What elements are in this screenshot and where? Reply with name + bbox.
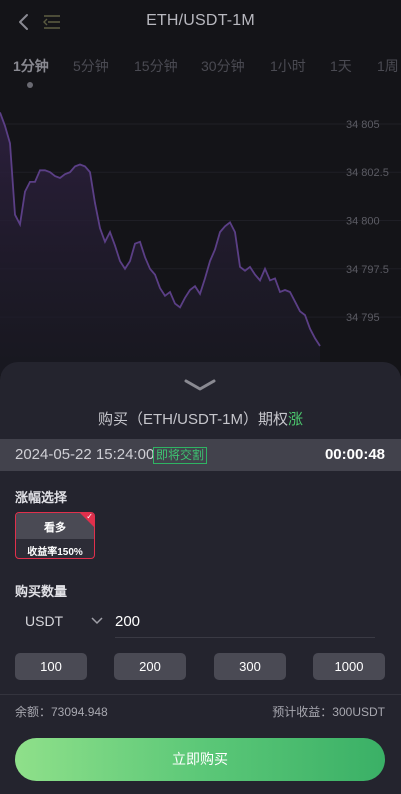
quick-amount-300[interactable]: 300 xyxy=(214,653,286,680)
y-tick-label: 34 795 xyxy=(346,312,380,324)
check-icon: ✓ xyxy=(86,512,93,521)
range-label: 涨幅选择 xyxy=(15,490,68,505)
quantity-label: 购买数量 xyxy=(15,584,68,599)
chevron-down-icon xyxy=(184,379,216,391)
tab-5min[interactable]: 5分钟 xyxy=(73,56,109,76)
interval-tabs: 1分钟 5分钟 15分钟 30分钟 1小时 1天 1周 xyxy=(0,56,401,86)
status-badge: 即将交割 xyxy=(153,447,208,464)
tab-30min[interactable]: 30分钟 xyxy=(201,56,245,76)
currency-select[interactable]: USDT xyxy=(25,613,63,629)
quick-amount-200[interactable]: 200 xyxy=(114,653,186,680)
chevron-down-icon[interactable] xyxy=(91,617,103,625)
buy-now-button[interactable]: 立即购买 xyxy=(15,738,385,781)
tab-1week[interactable]: 1周 xyxy=(377,56,399,76)
option-rate: 收益率150% xyxy=(27,547,83,558)
amount-underline xyxy=(115,637,375,638)
expected-profit: 预计收益：300USDT xyxy=(272,705,385,719)
y-tick-label: 34 797.5 xyxy=(346,264,389,276)
amount-input[interactable]: 200 xyxy=(115,613,140,630)
settlement-bar: 2024-05-22 15:24:00 即将交割 00:00:48 xyxy=(0,439,401,471)
price-area xyxy=(0,112,320,375)
purchase-title-prefix: 购买（ETH/USDT-1M）期权 xyxy=(97,411,288,428)
collapse-sheet-button[interactable] xyxy=(183,378,217,392)
y-tick-label: 34 800 xyxy=(346,216,380,228)
purchase-title: 购买（ETH/USDT-1M）期权涨 xyxy=(0,408,401,429)
tab-1day[interactable]: 1天 xyxy=(330,56,352,76)
page-title: ETH/USDT-1M xyxy=(146,12,255,29)
top-bar: ETH/USDT-1M xyxy=(0,0,401,44)
tab-15min[interactable]: 15分钟 xyxy=(134,56,178,76)
tab-1hour[interactable]: 1小时 xyxy=(270,56,306,76)
balance-text: 余额：73094.948 xyxy=(15,705,108,719)
quick-amount-1000[interactable]: 1000 xyxy=(313,653,385,680)
tab-1min[interactable]: 1分钟 xyxy=(13,56,49,76)
price-chart: 34 805 34 802.5 34 800 34 797.5 34 795 xyxy=(0,112,401,375)
direction-label: 涨 xyxy=(288,411,304,428)
settlement-time: 2024-05-22 15:24:00 xyxy=(15,446,155,463)
option-card-bullish[interactable]: 看多 收益率150% ✓ xyxy=(15,512,95,559)
quick-amount-100[interactable]: 100 xyxy=(15,653,87,680)
y-tick-label: 34 802.5 xyxy=(346,167,389,179)
divider xyxy=(0,694,401,695)
y-tick-label: 34 805 xyxy=(346,119,380,131)
countdown-timer: 00:00:48 xyxy=(324,446,385,463)
active-tab-indicator xyxy=(27,82,33,88)
